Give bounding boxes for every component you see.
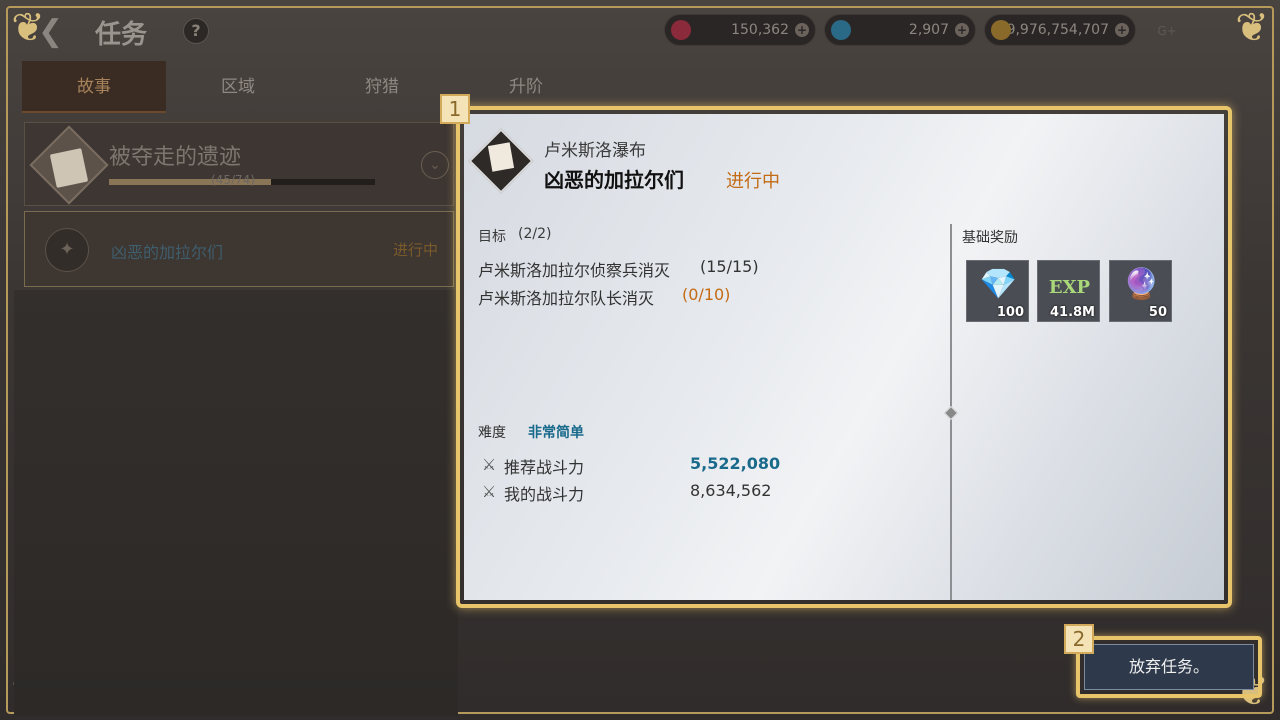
tutorial-marker: 2 [1064,624,1094,654]
left-panel-background [14,290,458,716]
quest-item-status: 进行中 [393,241,439,259]
tab-hunt[interactable]: 狩猎 [310,61,454,113]
gplus-button[interactable]: G+ [1154,18,1180,44]
tutorial-marker: 1 [440,94,470,124]
add-gold-button[interactable]: + [1115,23,1129,37]
back-arrow-icon[interactable]: ❮ [38,14,63,49]
tab-story[interactable]: 故事 [22,61,166,113]
chapter-title: 被夺走的遗迹 [109,145,242,170]
page-title: 任务 [95,20,148,50]
diamond-icon [831,20,851,40]
currency-diamond: 2,907 + [824,14,976,46]
compass-star-icon: ✦ [45,228,89,272]
currency-value: 2,907 [908,22,949,38]
ruby-icon [671,20,691,40]
add-ruby-button[interactable]: + [795,23,809,37]
chapter-header[interactable]: 被夺走的遗迹 (45/74) ⌄ [24,122,454,206]
add-diamond-button[interactable]: + [955,23,969,37]
chevron-down-icon[interactable]: ⌄ [421,151,449,179]
tab-region[interactable]: 区域 [166,61,310,113]
abandon-quest-button[interactable]: 放弃任务。 [1084,644,1254,690]
help-button[interactable]: ? [183,18,209,44]
header: ❮ 任务 ? 150,362 + 2,907 + 9,976,754,707 +… [0,0,1280,60]
gold-coin-icon [991,20,1011,40]
currency-value: 9,976,754,707 [1006,22,1109,38]
quest-item-name: 凶恶的加拉尔们 [111,243,224,262]
scroll-paper-icon [49,148,89,188]
currency-gold: 9,976,754,707 + [984,14,1136,46]
tutorial-highlight-frame [456,106,1232,608]
list-item[interactable]: ✦ 凶恶的加拉尔们 进行中 [24,211,454,287]
currency-ruby: 150,362 + [664,14,816,46]
currency-value: 150,362 [731,22,789,38]
chapter-progress-text: (45/74) [211,173,255,187]
